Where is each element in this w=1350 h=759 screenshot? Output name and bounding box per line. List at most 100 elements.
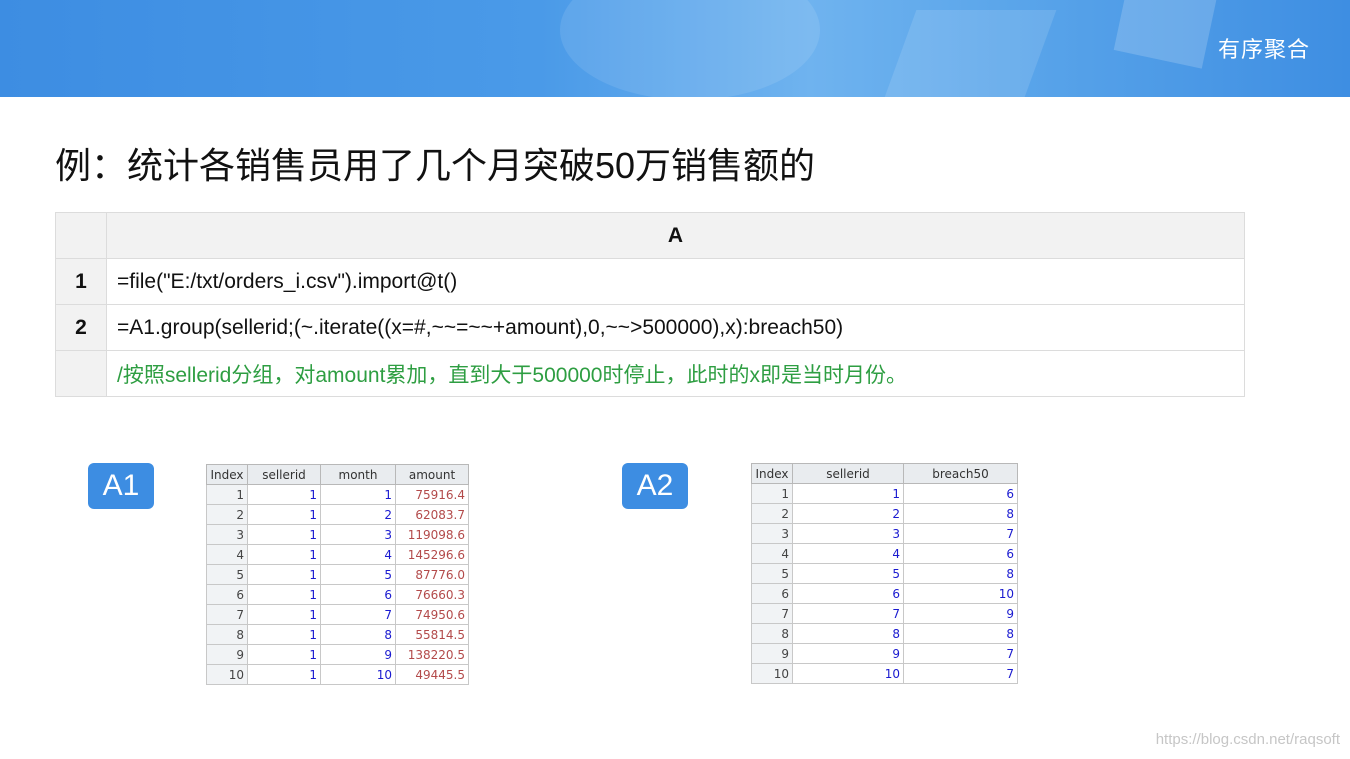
table-row[interactable]: 116 — [751, 483, 1018, 504]
table-cell: 75916.4 — [395, 484, 469, 505]
table-row[interactable]: 228 — [751, 503, 1018, 524]
table-row[interactable]: 6 1 6 76660.3 — [206, 584, 469, 605]
row-number: 1 — [55, 258, 107, 305]
table-cell: 1 — [247, 524, 321, 545]
table-cell: 8 — [320, 624, 396, 645]
table-row[interactable]: 8 1 8 55814.5 — [206, 624, 469, 645]
code-grid: A 1 =file("E:/txt/orders_i.csv").import@… — [55, 212, 1245, 397]
row-index-cell: 4 — [206, 544, 248, 565]
row-index-cell: 2 — [751, 503, 793, 524]
table-cell: 9 — [320, 644, 396, 665]
table-cell: 5 — [792, 563, 904, 584]
table-cell: 1 — [247, 604, 321, 625]
comment-cell[interactable]: /按照sellerid分组，对amount累加，直到大于500000时停止，此时… — [106, 350, 1245, 397]
table-cell: 49445.5 — [395, 664, 469, 685]
code-row: 2 =A1.group(sellerid;(~.iterate((x=#,~~=… — [55, 304, 1245, 351]
table-cell: 10 — [903, 583, 1018, 604]
row-index-cell: 5 — [206, 564, 248, 585]
column-header: breach50 — [903, 463, 1018, 484]
row-index-cell: 7 — [206, 604, 248, 625]
watermark: https://blog.csdn.net/raqsoft — [1155, 731, 1340, 748]
table-row[interactable]: 7 1 7 74950.6 — [206, 604, 469, 625]
table-cell: 55814.5 — [395, 624, 469, 645]
row-index-cell: 1 — [751, 483, 793, 504]
row-index-cell: 10 — [206, 664, 248, 685]
table-row[interactable]: 337 — [751, 523, 1018, 544]
table-cell: 6 — [903, 543, 1018, 564]
banner-decoration — [883, 10, 1057, 97]
table-row[interactable]: 10 1 10 49445.5 — [206, 664, 469, 685]
table-cell: 138220.5 — [395, 644, 469, 665]
row-index-cell: 3 — [206, 524, 248, 545]
row-number — [55, 350, 107, 397]
code-row: /按照sellerid分组，对amount累加，直到大于500000时停止，此时… — [55, 350, 1245, 397]
table-cell: 7 — [320, 604, 396, 625]
table-cell: 1 — [247, 624, 321, 645]
table-cell: 76660.3 — [395, 584, 469, 605]
row-index-cell: 8 — [206, 624, 248, 645]
table-cell: 1 — [247, 644, 321, 665]
code-cell[interactable]: =A1.group(sellerid;(~.iterate((x=#,~~=~~… — [106, 304, 1245, 351]
banner-decoration — [1113, 0, 1217, 69]
table-cell: 6 — [320, 584, 396, 605]
table-row[interactable]: 6 6 10 — [751, 583, 1018, 604]
table-row[interactable]: 10 10 7 — [751, 663, 1018, 684]
row-index-cell: 7 — [751, 603, 793, 624]
table-row[interactable]: 5 1 5 87776.0 — [206, 564, 469, 585]
row-index-cell: 8 — [751, 623, 793, 644]
column-header: month — [320, 464, 396, 485]
table-cell: 1 — [792, 483, 904, 504]
table-cell: 1 — [247, 584, 321, 605]
row-index-cell: 4 — [751, 543, 793, 564]
table-row[interactable]: 3 1 3 119098.6 — [206, 524, 469, 545]
table-cell: 9 — [903, 603, 1018, 624]
table-cell: 2 — [792, 503, 904, 524]
table-row[interactable]: 4 1 4 145296.6 — [206, 544, 469, 565]
table-cell: 1 — [247, 504, 321, 525]
table-cell: 5 — [320, 564, 396, 585]
table-row[interactable]: 9 1 9 138220.5 — [206, 644, 469, 665]
column-header: sellerid — [247, 464, 321, 485]
table-cell: 7 — [903, 643, 1018, 664]
table-cell: 7 — [903, 663, 1018, 684]
table-cell: 3 — [320, 524, 396, 545]
table-cell: 6 — [903, 483, 1018, 504]
table-cell: 7 — [903, 523, 1018, 544]
row-index-cell: 5 — [751, 563, 793, 584]
column-header: Index — [751, 463, 793, 484]
table-row[interactable]: 446 — [751, 543, 1018, 564]
column-header: Index — [206, 464, 248, 485]
table-row[interactable]: 997 — [751, 643, 1018, 664]
table-row[interactable]: 888 — [751, 623, 1018, 644]
table-cell: 145296.6 — [395, 544, 469, 565]
column-header: sellerid — [792, 463, 904, 484]
banner-decoration — [560, 0, 820, 97]
table-row[interactable]: 558 — [751, 563, 1018, 584]
table-cell: 74950.6 — [395, 604, 469, 625]
row-index-cell: 3 — [751, 523, 793, 544]
table-cell: 8 — [903, 503, 1018, 524]
row-index-cell: 6 — [751, 583, 793, 604]
a1-badge: A1 — [88, 463, 154, 509]
header-banner: 有序聚合 — [0, 0, 1350, 97]
table-cell: 4 — [792, 543, 904, 564]
table-cell: 2 — [320, 504, 396, 525]
table-cell: 8 — [903, 623, 1018, 644]
row-number: 2 — [55, 304, 107, 351]
row-index-cell: 10 — [751, 663, 793, 684]
table-row[interactable]: 779 — [751, 603, 1018, 624]
row-index-cell: 6 — [206, 584, 248, 605]
column-header: amount — [395, 464, 469, 485]
table-cell: 1 — [247, 544, 321, 565]
table-cell: 1 — [247, 664, 321, 685]
table-cell: 10 — [320, 664, 396, 685]
row-index-cell: 1 — [206, 484, 248, 505]
code-cell[interactable]: =file("E:/txt/orders_i.csv").import@t() — [106, 258, 1245, 305]
table-cell: 10 — [792, 663, 904, 684]
row-index-cell: 9 — [751, 643, 793, 664]
table-row[interactable]: 2 1 2 62083.7 — [206, 504, 469, 525]
table-row[interactable]: 1 1 1 75916.4 — [206, 484, 469, 505]
corner-cell — [55, 212, 107, 259]
table-cell: 4 — [320, 544, 396, 565]
table-cell: 87776.0 — [395, 564, 469, 585]
